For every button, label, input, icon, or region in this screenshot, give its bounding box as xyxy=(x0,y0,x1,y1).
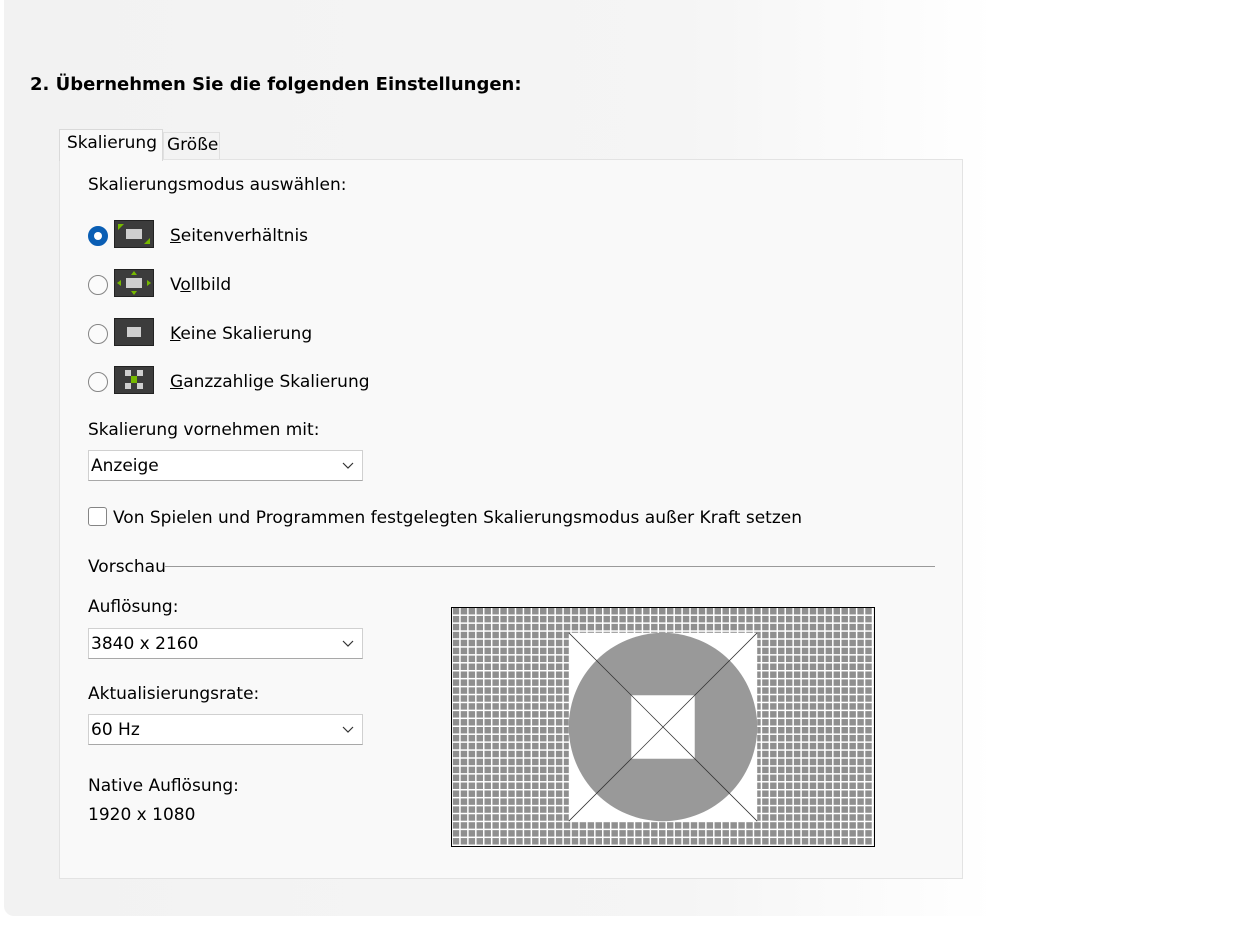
aspect-ratio-icon xyxy=(114,220,154,248)
refresh-rate-value: 60 Hz xyxy=(91,720,140,740)
preview-divider xyxy=(165,566,935,567)
radio-no-scaling[interactable] xyxy=(88,324,108,344)
radio-fullscreen[interactable] xyxy=(88,275,108,295)
perform-scaling-label: Skalierung vornehmen mit: xyxy=(88,420,320,440)
mode-label-integer-scaling[interactable]: Ganzzahlige Skalierung xyxy=(170,372,370,392)
radio-integer-scaling[interactable] xyxy=(88,372,108,392)
mode-label-fullscreen[interactable]: Vollbild xyxy=(170,275,231,295)
native-resolution-label: Native Auflösung: xyxy=(88,776,239,796)
override-checkbox[interactable] xyxy=(88,507,107,526)
refresh-rate-select[interactable]: 60 Hz xyxy=(88,714,363,745)
mode-label-aspect-ratio[interactable]: Seitenverhältnis xyxy=(170,226,308,246)
fullscreen-icon xyxy=(114,269,154,297)
perform-scaling-value: Anzeige xyxy=(91,456,159,476)
radio-aspect-ratio[interactable] xyxy=(88,226,108,246)
section-title: 2. Übernehmen Sie die folgenden Einstell… xyxy=(30,74,522,95)
integer-scaling-icon xyxy=(114,366,154,394)
perform-scaling-select[interactable]: Anzeige xyxy=(88,450,363,481)
override-label[interactable]: Von Spielen und Programmen festgelegten … xyxy=(113,508,802,528)
resolution-value: 3840 x 2160 xyxy=(91,634,199,654)
no-scaling-icon xyxy=(114,318,154,346)
chevron-down-icon xyxy=(342,640,354,647)
resolution-select[interactable]: 3840 x 2160 xyxy=(88,628,363,659)
scaling-mode-label: Skalierungsmodus auswählen: xyxy=(88,175,347,195)
tab-groesse[interactable]: Größe xyxy=(163,132,220,160)
native-resolution-value: 1920 x 1080 xyxy=(88,805,196,825)
chevron-down-icon xyxy=(342,462,354,469)
resolution-label: Auflösung: xyxy=(88,597,179,617)
refresh-rate-label: Aktualisierungsrate: xyxy=(88,684,260,704)
preview-group-label: Vorschau xyxy=(88,557,166,577)
tab-skalierung[interactable]: Skalierung xyxy=(59,129,163,161)
scaling-preview-image xyxy=(451,607,875,847)
mode-label-no-scaling[interactable]: Keine Skalierung xyxy=(170,324,312,344)
chevron-down-icon xyxy=(342,726,354,733)
